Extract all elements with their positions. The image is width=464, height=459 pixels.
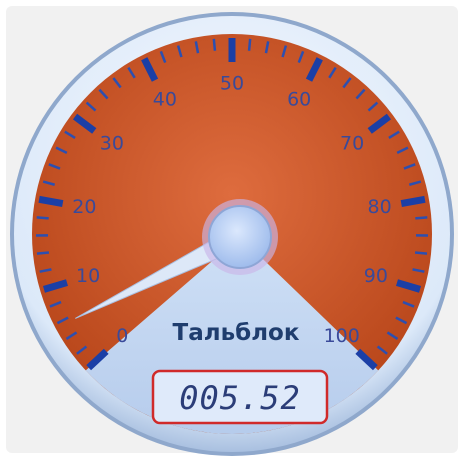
tick-label: 0	[116, 325, 128, 347]
minor-tick	[212, 38, 217, 51]
gauge-widget: 0 10 20 30 40 50 60 70 80 90 100 Тальблок 005.52	[0, 0, 464, 459]
tick-label: 40	[153, 88, 177, 110]
minor-tick	[36, 251, 50, 255]
tick-label: 70	[340, 133, 364, 155]
major-tick	[400, 195, 426, 207]
major-tick	[38, 195, 64, 207]
hub-cap	[208, 205, 272, 269]
tick-label: 80	[368, 196, 392, 218]
minor-tick	[36, 216, 49, 220]
tick-label: 50	[220, 73, 244, 95]
tick-label: 30	[100, 133, 124, 155]
tick-label: 20	[72, 196, 96, 218]
tick-label: 60	[287, 88, 311, 110]
digital-readout: 005.52	[179, 379, 301, 417]
minor-tick	[415, 216, 428, 220]
tick-label: 10	[76, 265, 100, 287]
gauge-title: Тальблок	[173, 320, 300, 346]
tick-label: 100	[324, 325, 360, 347]
minor-tick	[414, 251, 428, 255]
gauge-dial: 0 10 20 30 40 50 60 70 80 90 100 Тальблок 005.52	[6, 6, 458, 456]
minor-tick	[247, 38, 252, 51]
tick-label: 90	[364, 265, 388, 287]
